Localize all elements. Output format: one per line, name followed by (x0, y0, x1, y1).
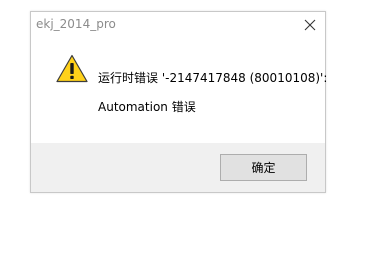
error-detail: Automation 错误 (98, 100, 196, 114)
error-message: 运行时错误 '-2147417848 (80010108)': (98, 71, 328, 85)
title-bar: ekj_2014_pro (31, 12, 325, 40)
ok-button[interactable]: 确定 (220, 154, 307, 181)
dialog-title: ekj_2014_pro (36, 17, 116, 31)
error-dialog: ekj_2014_pro 运行时错误 '-2147417848 (8001010… (30, 11, 328, 193)
close-icon (304, 19, 316, 31)
warning-icon (56, 54, 88, 83)
button-bar: 确定 (31, 143, 325, 192)
close-button[interactable] (299, 15, 321, 35)
